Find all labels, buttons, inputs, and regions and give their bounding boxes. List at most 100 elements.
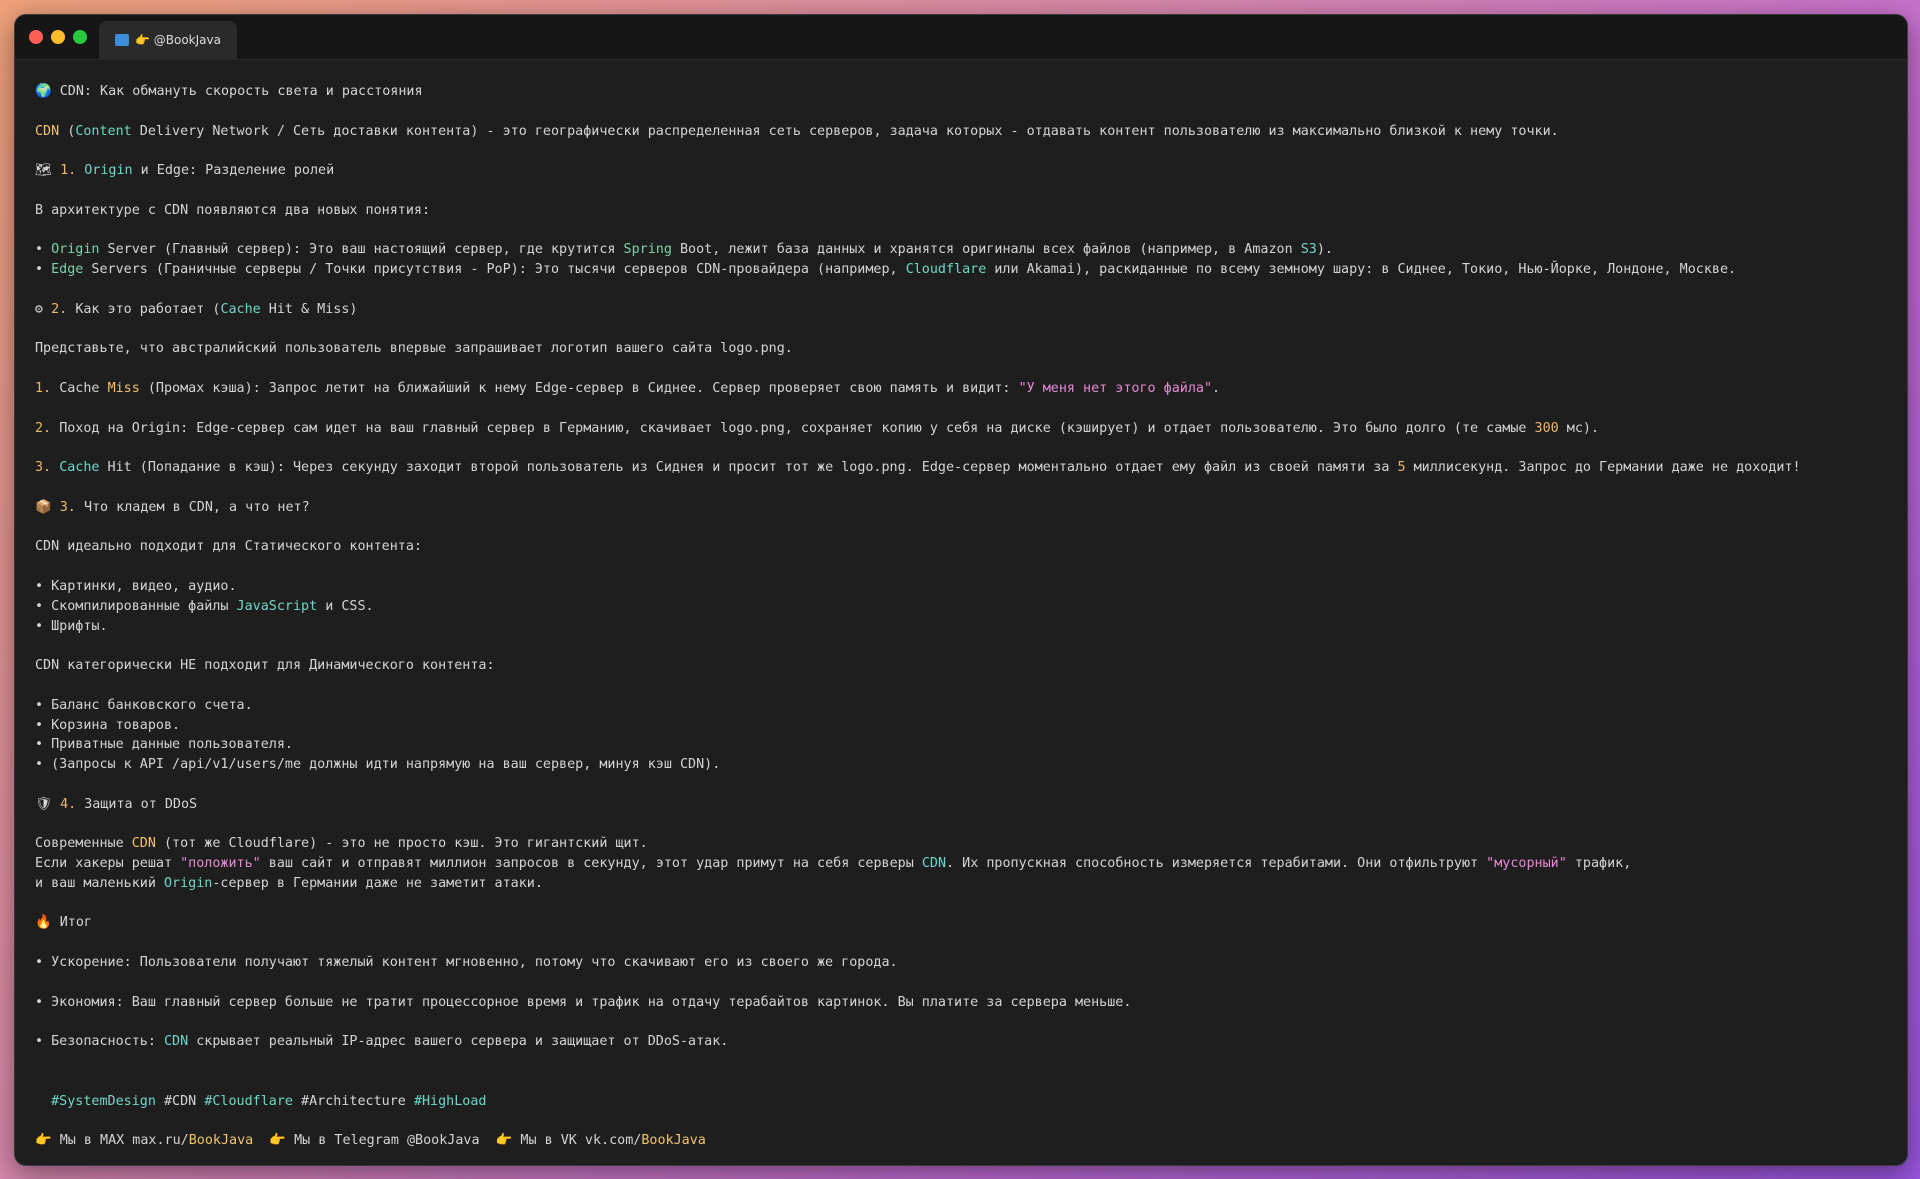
- text-span: "положить": [180, 856, 261, 872]
- text-span: Origin: [84, 163, 133, 179]
- text-span: (тот же Cloudflare) - это не просто кэш.…: [155, 836, 648, 852]
- text-span: 2.: [51, 301, 76, 317]
- output-line: 📦 3. Что кладем в CDN, а что нет?: [35, 498, 1887, 518]
- minimize-window-button[interactable]: [51, 30, 65, 44]
- text-span: CDN: [164, 1034, 189, 1050]
- output-line: ⚙ 2. Как это работает (Cache Hit & Miss): [35, 300, 1887, 320]
- close-window-button[interactable]: [29, 30, 43, 44]
- text-span: [35, 1094, 51, 1109]
- text-span: Cache: [59, 380, 108, 396]
- output-line: 1. Cache Miss (Промах кэша): Запрос лети…: [35, 379, 1887, 399]
- text-span: • Корзина товаров.: [35, 717, 181, 733]
- output-line: • Безопасность: CDN скрывает реальный IP…: [35, 1032, 1887, 1052]
- text-span: • Шрифты.: [35, 618, 108, 634]
- text-span: 3.: [35, 460, 60, 476]
- output-line: • Скомпилированные файлы JavaScript и CS…: [35, 597, 1887, 617]
- text-span: Server (Главный сервер): Это ваш настоящ…: [99, 242, 624, 258]
- output-line: 🗺 1. Origin и Edge: Разделение ролей: [35, 161, 1887, 181]
- text-span: 5: [1397, 460, 1406, 476]
- tab-bookjava[interactable]: 👉 @BookJava: [99, 21, 237, 59]
- terminal-icon: [115, 34, 129, 46]
- text-span: 🛡: [35, 796, 61, 812]
- text-span: 300: [1534, 420, 1559, 436]
- text-span: Boot, лежит база данных и хранятся ориги…: [671, 242, 1301, 258]
- text-span: CDN категорически НЕ подходит для Динами…: [35, 658, 495, 674]
- tab-title: 👉 @BookJava: [135, 33, 221, 47]
- output-line: • (Запросы к API /api/v1/users/me должны…: [35, 755, 1887, 775]
- output-line: Если хакеры решат "положить" ваш сайт и …: [35, 854, 1887, 874]
- output-line: #SystemDesign #CDN #Cloudflare #Architec…: [35, 1092, 1887, 1112]
- text-span: 📦: [35, 499, 60, 515]
- text-span: Поход на Origin: Edge-сервер сам идет на…: [59, 420, 1535, 436]
- text-span: • Безопасность:: [35, 1034, 164, 1050]
- text-span: -сервер в Германии даже не заметит атаки…: [212, 875, 543, 891]
- text-span: Мы в VK vk.com/: [520, 1133, 642, 1149]
- output-line: • Origin Server (Главный сервер): Это ва…: [35, 240, 1887, 260]
- text-span: CDN: [921, 856, 947, 872]
- output-line: В архитектуре с CDN появляются два новых…: [35, 201, 1887, 221]
- output-line: • Ускорение: Пользователи получают тяжел…: [35, 953, 1887, 973]
- text-span: Spring: [623, 242, 672, 258]
- text-span: 2.: [35, 420, 60, 436]
- text-span: #SystemDesign: [51, 1093, 156, 1109]
- maximize-window-button[interactable]: [73, 30, 87, 44]
- text-span: 🔥: [35, 915, 60, 931]
- text-span: #HighLoad: [413, 1093, 487, 1109]
- text-span: BookJava: [188, 1133, 254, 1149]
- text-span: #Architecture: [293, 1093, 414, 1109]
- text-span: • Скомпилированные файлы: [35, 598, 237, 614]
- output-line: 3. Cache Hit (Попадание в кэш): Через се…: [35, 458, 1887, 478]
- output-line: • Приватные данные пользователя.: [35, 735, 1887, 755]
- text-span: Origin: [51, 242, 100, 258]
- text-span: 3.: [59, 499, 84, 515]
- output-line: 🌍 CDN: Как обмануть скорость света и рас…: [35, 82, 1887, 102]
- output-line: • Корзина товаров.: [35, 716, 1887, 736]
- text-span: CDN: Как обмануть скорость света и расст…: [59, 84, 423, 99]
- terminal-output[interactable]: 🌍 CDN: Как обмануть скорость света и рас…: [15, 60, 1907, 1151]
- text-span: JavaScript: [236, 598, 318, 614]
- terminal-window: 👉 @BookJava 🌍 CDN: Как обмануть скорость…: [14, 14, 1908, 1166]
- text-span: CDN: [35, 123, 60, 139]
- text-span: В архитектуре с CDN появляются два новых…: [35, 202, 431, 218]
- output-line: • Шрифты.: [35, 617, 1887, 637]
- text-span: .: [1212, 380, 1221, 396]
- output-line: и ваш маленький Origin-сервер в Германии…: [35, 874, 1887, 894]
- output-line: 2. Поход на Origin: Edge-сервер сам идет…: [35, 419, 1887, 439]
- text-span: Origin: [164, 875, 213, 891]
- text-span: Delivery Network / Сеть доставки контент…: [131, 123, 1559, 139]
- text-span: #Cloudflare: [204, 1093, 293, 1109]
- output-line: Представьте, что австралийский пользоват…: [35, 339, 1887, 359]
- output-line: 👉 Мы в MAX max.ru/BookJava 👉 Мы в Telegr…: [35, 1131, 1887, 1151]
- text-span: Как это работает (: [75, 301, 221, 317]
- output-line: Современные CDN (тот же Cloudflare) - эт…: [35, 834, 1887, 854]
- text-span: 👉: [35, 1133, 60, 1149]
- text-span: • Ускорение: Пользователи получают тяжел…: [35, 955, 898, 971]
- text-span: Hit & Miss): [260, 301, 358, 317]
- text-span: Если хакеры решат: [35, 856, 181, 872]
- text-span: Miss: [107, 380, 140, 396]
- text-span: 👉: [495, 1133, 521, 1149]
- text-span: 1.: [35, 380, 60, 396]
- output-line: • Edge Servers (Граничные серверы / Точк…: [35, 260, 1887, 280]
- text-span: • Экономия: Ваш главный сервер больше не…: [35, 994, 1132, 1010]
- text-span: 🌍: [35, 84, 60, 99]
- text-span: миллисекунд. Запрос до Германии даже не …: [1405, 460, 1801, 476]
- text-span: Cache: [59, 460, 100, 476]
- text-span: и ваш маленький: [35, 875, 164, 891]
- text-span: мс).: [1558, 420, 1600, 436]
- text-span: • Баланс банковского счета.: [35, 697, 253, 713]
- text-span: Cache: [220, 301, 261, 317]
